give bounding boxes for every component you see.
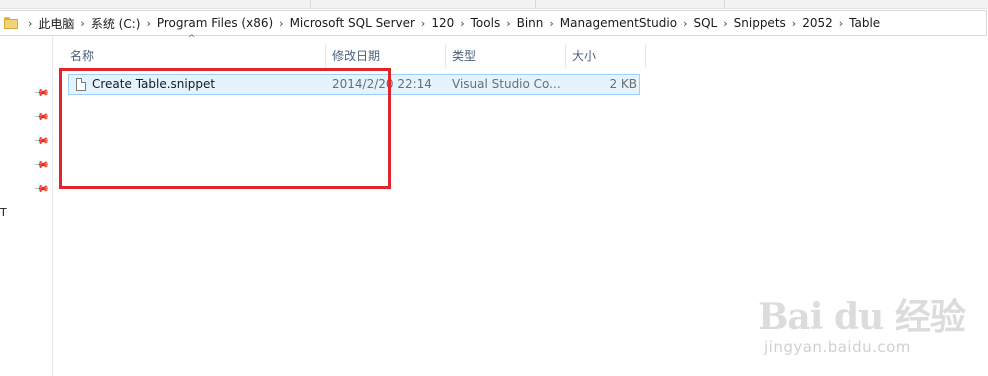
navigation-pane: 📌 📌 📌 📌 📌 T	[0, 36, 53, 376]
chevron-right-icon[interactable]: ›	[677, 17, 693, 30]
file-size: 2 KB	[609, 77, 637, 91]
breadcrumb-item[interactable]: Tools	[471, 16, 501, 30]
column-header-size[interactable]: 大小	[566, 44, 646, 68]
column-header-name[interactable]: 名称	[64, 44, 326, 68]
divider	[535, 0, 536, 8]
breadcrumb-item[interactable]: Program Files (x86)	[157, 16, 273, 30]
pin-icon[interactable]: 📌	[33, 157, 50, 174]
column-header-modified[interactable]: 修改日期	[326, 44, 446, 68]
watermark-url: jingyan.baidu.com	[764, 338, 911, 356]
breadcrumb-item[interactable]: ManagementStudio	[560, 16, 677, 30]
chevron-right-icon[interactable]: ›	[74, 17, 90, 30]
divider	[310, 0, 311, 8]
pin-icon[interactable]: 📌	[33, 133, 50, 150]
breadcrumb-item[interactable]: Binn	[517, 16, 544, 30]
red-highlight-box	[59, 68, 391, 189]
breadcrumb-item[interactable]: SQL	[693, 16, 717, 30]
breadcrumb-item[interactable]: Microsoft SQL Server	[290, 16, 415, 30]
chevron-right-icon[interactable]: ›	[415, 17, 431, 30]
address-bar[interactable]: › 此电脑 › 系统 (C:) › Program Files (x86) › …	[0, 10, 987, 36]
breadcrumb-item[interactable]: 此电脑	[38, 15, 74, 32]
file-type: Visual Studio Co...	[452, 77, 561, 91]
watermark-text: Bai du 经验	[758, 296, 966, 338]
pin-icon[interactable]: 📌	[33, 181, 50, 198]
breadcrumb-item[interactable]: 2052	[802, 16, 833, 30]
chevron-right-icon[interactable]: ›	[786, 17, 802, 30]
folder-icon	[4, 17, 18, 29]
window-top-strip	[0, 0, 988, 9]
chevron-right-icon[interactable]: ›	[500, 17, 516, 30]
breadcrumb-item[interactable]: 120	[431, 16, 454, 30]
chevron-right-icon[interactable]: ›	[273, 17, 289, 30]
breadcrumb-item[interactable]: Snippets	[734, 16, 786, 30]
breadcrumb-item[interactable]: 系统 (C:)	[91, 15, 141, 32]
chevron-right-icon[interactable]: ›	[833, 17, 849, 30]
chevron-right-icon[interactable]: ›	[140, 17, 156, 30]
chevron-right-icon[interactable]: ›	[717, 17, 733, 30]
baidu-watermark-logo: Bai du 经验	[758, 288, 966, 340]
pin-icon[interactable]: 📌	[33, 85, 50, 102]
chevron-right-icon[interactable]: ›	[22, 17, 38, 30]
nav-item-fragment[interactable]: T	[0, 206, 7, 219]
chevron-right-icon[interactable]: ›	[543, 17, 559, 30]
pin-icon[interactable]: 📌	[33, 109, 50, 126]
chevron-right-icon[interactable]: ›	[454, 17, 470, 30]
divider	[724, 0, 725, 8]
breadcrumb-item[interactable]: Table	[849, 16, 880, 30]
sort-ascending-icon: ^	[188, 34, 196, 44]
column-header-type[interactable]: 类型	[446, 44, 566, 68]
